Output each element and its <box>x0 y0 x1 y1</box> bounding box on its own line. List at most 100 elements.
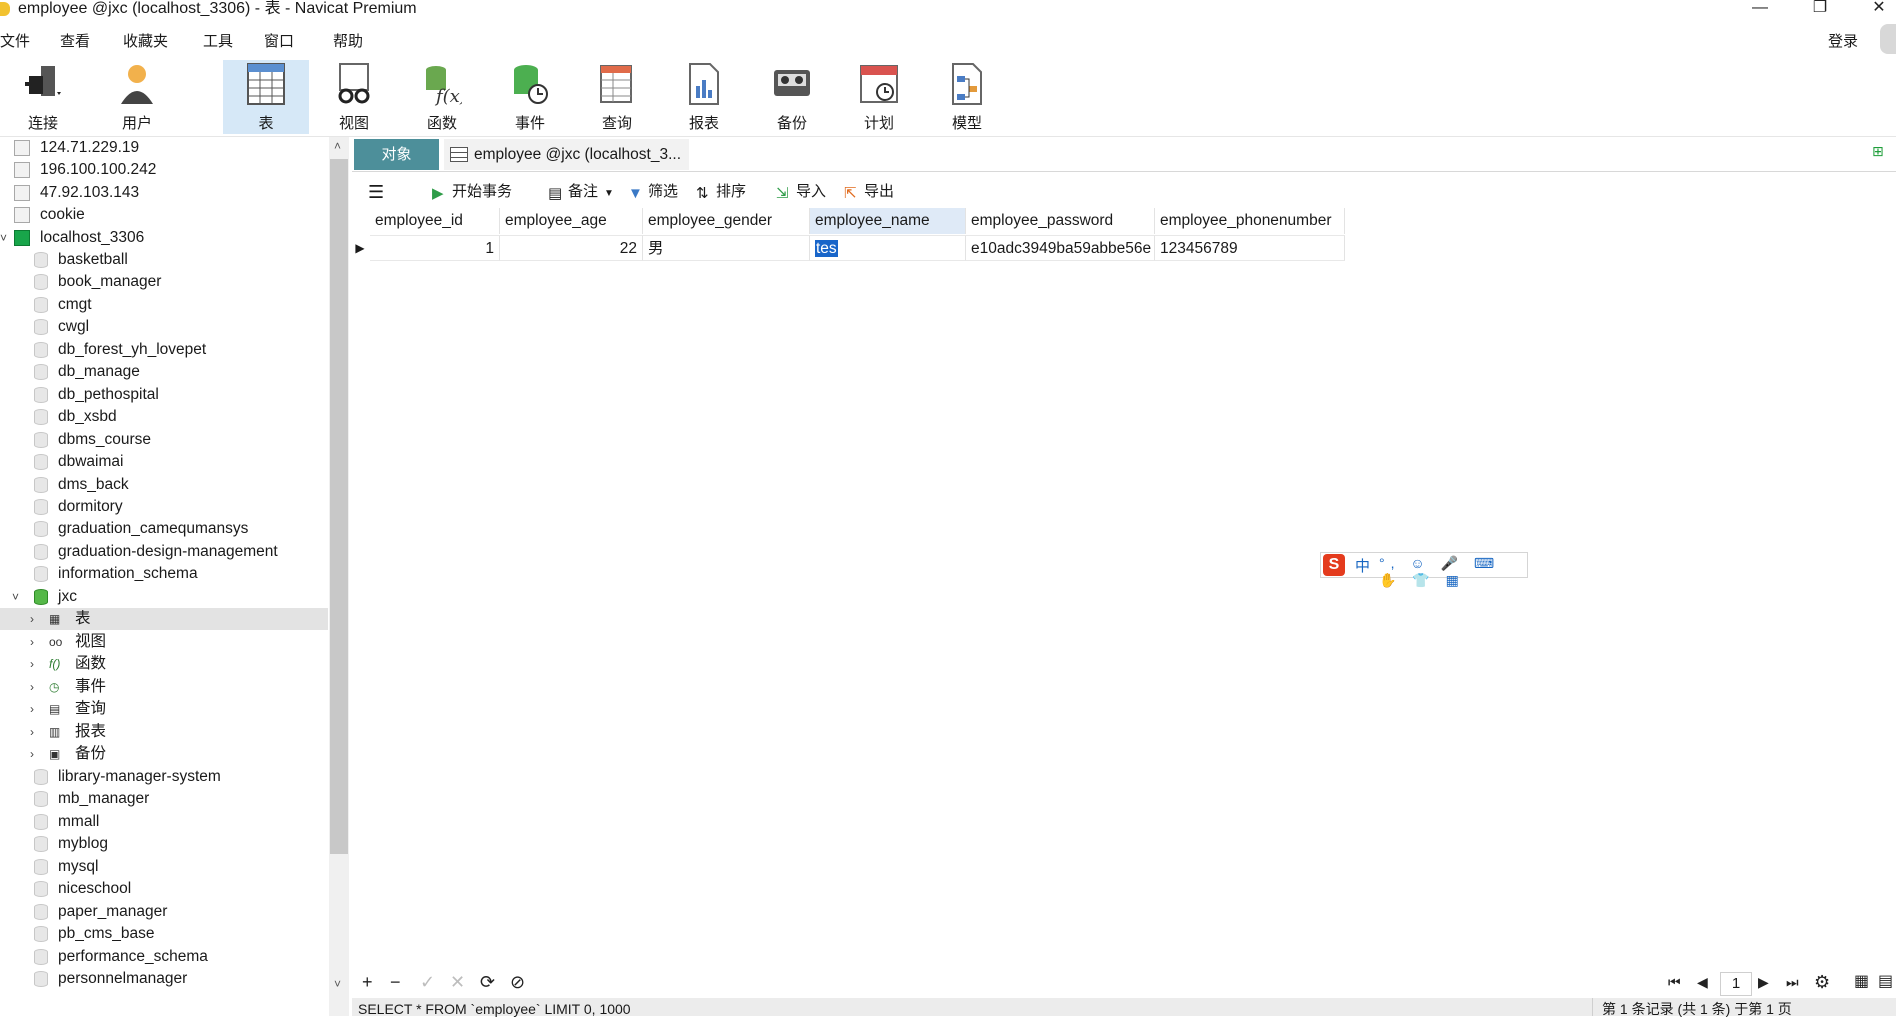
tree-jxc-backups[interactable]: › ▣ 备份 <box>0 743 328 765</box>
tree-db-item[interactable]: dms_back <box>0 474 328 496</box>
tree-jxc-queries[interactable]: › ▤ 查询 <box>0 698 328 720</box>
export-button[interactable]: ⇱ 导出 <box>844 181 894 203</box>
toolbar-connect-button[interactable]: 连接 <box>0 60 86 134</box>
tree-connection-item[interactable]: 124.71.229.19 <box>0 137 328 159</box>
tree-db-item[interactable]: dbwaimai <box>0 451 328 473</box>
grid-cell-editing[interactable]: tes <box>810 235 966 261</box>
tree-connection-localhost[interactable]: ˅ localhost_3306 <box>0 227 328 249</box>
tree-db-item[interactable]: personnelmanager <box>0 968 328 990</box>
tree-db-item[interactable]: graduation_camequmansys <box>0 518 328 540</box>
import-button[interactable]: ⇲ 导入 <box>776 181 826 203</box>
grid-cell[interactable]: 22 <box>500 235 643 261</box>
minimize-button[interactable]: — <box>1737 0 1783 20</box>
menu-tools[interactable]: 工具 <box>203 30 233 51</box>
column-header[interactable]: employee_age <box>500 208 643 234</box>
tree-db-item[interactable]: dbms_course <box>0 429 328 451</box>
cell-edit-text[interactable]: tes <box>815 240 838 257</box>
toolbar-schedule-button[interactable]: 计划 <box>836 60 922 134</box>
restore-button[interactable]: ❐ <box>1797 0 1843 20</box>
tree-db-item[interactable]: db_manage <box>0 361 328 383</box>
toolbar-function-button[interactable]: f(x) 函数 <box>399 60 485 134</box>
add-record-button[interactable]: + <box>362 973 373 991</box>
grid-cell[interactable]: 男 <box>643 235 810 261</box>
close-button[interactable]: ✕ <box>1856 0 1896 20</box>
tree-connection-item[interactable]: 196.100.100.242 <box>0 159 328 181</box>
ime-language-toggle[interactable]: 中 <box>1355 555 1370 576</box>
scrollbar-thumb[interactable] <box>330 159 348 854</box>
chevron-right-icon[interactable]: › <box>30 631 34 653</box>
add-tab-icon[interactable]: ⊞ <box>1872 143 1890 161</box>
column-header[interactable]: employee_password <box>966 208 1155 234</box>
grid-cell[interactable]: 123456789 <box>1155 235 1345 261</box>
grid-view-icon[interactable]: ▦ <box>1854 973 1869 991</box>
column-header[interactable]: employee_gender <box>643 208 810 234</box>
menu-file[interactable]: 文件 <box>0 30 30 51</box>
sogou-logo-icon[interactable]: S <box>1323 554 1345 576</box>
menu-help[interactable]: 帮助 <box>333 30 363 51</box>
login-button[interactable]: 登录 <box>1828 30 1858 51</box>
memo-button[interactable]: ▤ 备注 ▼ <box>548 181 614 203</box>
grid-cell[interactable]: 1 <box>370 235 500 261</box>
refresh-button[interactable]: ⟳ <box>480 973 495 991</box>
chevron-right-icon[interactable]: › <box>30 721 34 743</box>
begin-transaction-button[interactable]: ▶ 开始事务 <box>432 181 512 203</box>
sidebar-scrollbar[interactable]: ˄ ˅ <box>329 137 349 1016</box>
tree-jxc-events[interactable]: › ◷ 事件 <box>0 676 328 698</box>
tree-jxc-functions[interactable]: › f() 函数 <box>0 653 328 675</box>
tree-db-item[interactable]: pb_cms_base <box>0 923 328 945</box>
menu-hamburger-icon[interactable]: ☰ <box>368 181 384 203</box>
chevron-right-icon[interactable]: › <box>30 743 34 765</box>
discard-changes-button[interactable]: ✕ <box>450 973 465 991</box>
toolbar-backup-button[interactable]: 备份 <box>749 60 835 134</box>
first-page-button[interactable]: ⏮ <box>1668 973 1681 991</box>
tree-db-item[interactable]: dormitory <box>0 496 328 518</box>
tree-db-item[interactable]: db_xsbd <box>0 406 328 428</box>
toolbar-event-button[interactable]: 事件 <box>487 60 573 134</box>
chevron-right-icon[interactable]: › <box>30 676 34 698</box>
chevron-down-icon[interactable]: ▼ <box>604 188 614 199</box>
menu-favorites[interactable]: 收藏夹 <box>123 30 168 51</box>
tree-jxc-views[interactable]: › oo 视图 <box>0 631 328 653</box>
chevron-right-icon[interactable]: › <box>30 698 34 720</box>
toolbar-user-button[interactable]: 用户 <box>94 60 180 134</box>
tree-db-item[interactable]: information_schema <box>0 563 328 585</box>
tree-connection-item[interactable]: cookie <box>0 204 328 226</box>
tree-db-item[interactable]: library-manager-system <box>0 766 328 788</box>
tree-db-item[interactable]: basketball <box>0 249 328 271</box>
ime-tool-icons[interactable]: °, ☺ 🎤 ⌨ ✋ 👕 ▦ <box>1379 555 1527 589</box>
toolbar-report-button[interactable]: 报表 <box>661 60 747 134</box>
toolbar-view-button[interactable]: 视图 <box>311 60 397 134</box>
prev-page-button[interactable]: ◀ <box>1697 973 1708 991</box>
scroll-down-icon[interactable]: ˅ <box>334 977 341 991</box>
chevron-down-icon[interactable]: ˅ <box>0 227 7 249</box>
settings-gear-icon[interactable]: ⚙ <box>1814 973 1830 991</box>
sort-button[interactable]: ⇅ 排序 <box>696 181 746 203</box>
column-header[interactable]: employee_phonenumber <box>1155 208 1345 234</box>
toolbar-query-button[interactable]: 查询 <box>574 60 660 134</box>
scroll-up-icon[interactable]: ˄ <box>334 139 341 153</box>
column-header-active[interactable]: employee_name <box>810 208 966 234</box>
ime-toolbar[interactable]: S 中 °, ☺ 🎤 ⌨ ✋ 👕 ▦ <box>1320 552 1528 588</box>
tree-db-item[interactable]: performance_schema <box>0 946 328 968</box>
tree-db-item[interactable]: cmgt <box>0 294 328 316</box>
tree-db-item[interactable]: myblog <box>0 833 328 855</box>
tree-db-item[interactable]: niceschool <box>0 878 328 900</box>
apply-changes-button[interactable]: ✓ <box>420 973 435 991</box>
toolbar-table-button[interactable]: 表 <box>223 60 309 134</box>
page-number-input[interactable]: 1 <box>1720 972 1752 996</box>
tree-db-item[interactable]: mb_manager <box>0 788 328 810</box>
tree-db-item[interactable]: mmall <box>0 811 328 833</box>
tree-db-item[interactable]: book_manager <box>0 271 328 293</box>
tree-db-item[interactable]: db_pethospital <box>0 384 328 406</box>
tree-db-item[interactable]: cwgl <box>0 316 328 338</box>
toolbar-model-button[interactable]: 模型 <box>924 60 1010 134</box>
tab-employee-table[interactable]: employee @jxc (localhost_3... <box>444 139 689 170</box>
chevron-right-icon[interactable]: › <box>30 653 34 675</box>
last-page-button[interactable]: ⏭ <box>1786 973 1799 991</box>
chevron-down-icon[interactable]: ˅ <box>12 586 19 608</box>
tab-objects[interactable]: 对象 <box>354 139 439 170</box>
tree-db-jxc[interactable]: ˅ jxc <box>0 586 328 608</box>
tree-connection-item[interactable]: 47.92.103.143 <box>0 182 328 204</box>
tree-db-item[interactable]: graduation-design-management <box>0 541 328 563</box>
tree-db-item[interactable]: db_forest_yh_lovepet <box>0 339 328 361</box>
